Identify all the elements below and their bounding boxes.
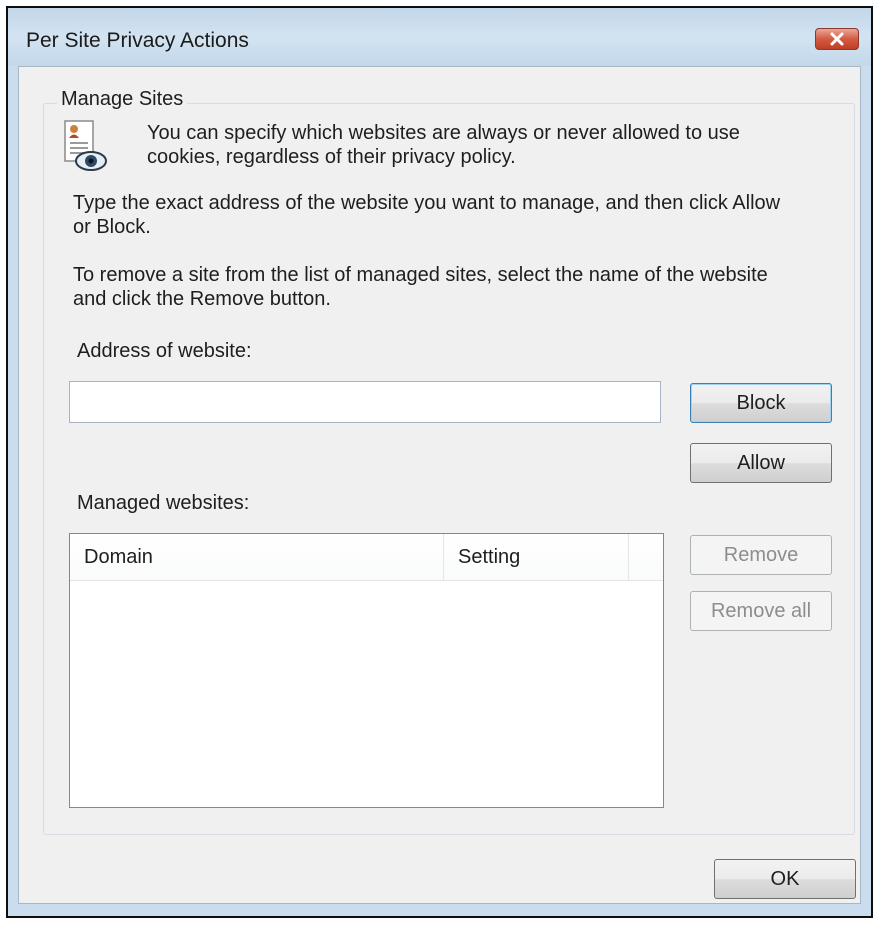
window-title: Per Site Privacy Actions [26,29,249,52]
close-icon [830,32,844,46]
instruction-text-line2: or Block. [73,216,151,238]
intro-text-line2: cookies, regardless of their privacy pol… [147,146,516,168]
remove-text-line2: and click the Remove button. [73,288,331,310]
title-bar[interactable]: Per Site Privacy Actions [8,8,871,66]
ok-button[interactable]: OK [714,859,856,899]
address-label: Address of website: [77,340,252,362]
dialog-window: Per Site Privacy Actions Manage Sites Yo… [6,6,873,918]
managed-websites-list[interactable]: Domain Setting [69,533,664,808]
address-field[interactable] [69,381,661,423]
instruction-text-line1: Type the exact address of the website yo… [73,192,781,214]
remove-text-line1: To remove a site from the list of manage… [73,264,768,286]
privacy-document-icon [64,120,107,171]
column-header-domain[interactable]: Domain [70,534,444,580]
remove-button[interactable]: Remove [690,535,832,575]
dialog-body: Manage Sites You can specify which websi… [18,66,861,904]
manage-sites-label: Manage Sites [57,88,188,111]
close-button[interactable] [815,28,859,50]
remove-all-button[interactable]: Remove all [690,591,832,631]
list-header: Domain Setting [70,534,663,581]
allow-button[interactable]: Allow [690,443,832,483]
address-input[interactable] [70,382,660,422]
block-button[interactable]: Block [690,383,832,423]
managed-websites-label: Managed websites: [77,492,250,514]
intro-text-line1: You can specify which websites are alway… [147,122,740,144]
column-header-setting[interactable]: Setting [444,534,629,580]
